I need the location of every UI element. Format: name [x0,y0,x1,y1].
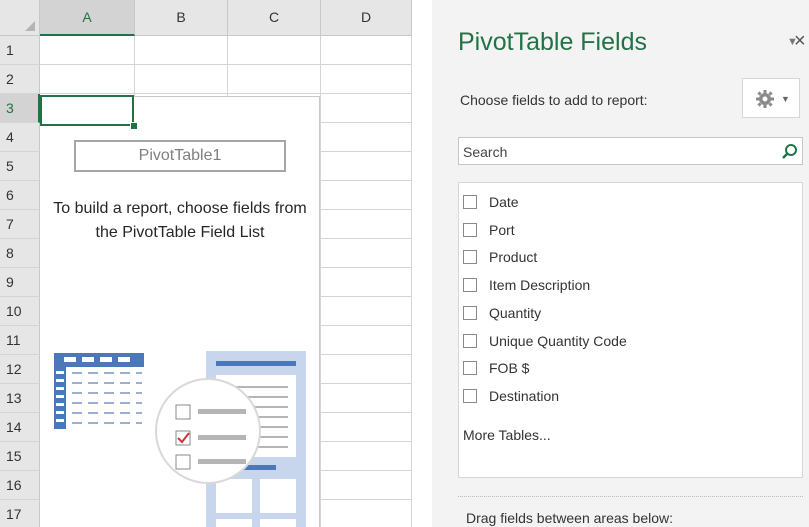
chevron-down-icon: ▼ [781,94,790,104]
search-icon[interactable] [781,143,798,160]
row-header-14[interactable]: 14 [0,413,40,442]
field-list: Date Port Product Item Description Quant… [458,182,803,478]
more-tables-link[interactable]: More Tables... [463,427,551,443]
row-header-17[interactable]: 17 [0,500,40,527]
field-item-product[interactable]: Product [463,246,537,268]
row-header-10[interactable]: 10 [0,297,40,326]
field-item-quantity[interactable]: Quantity [463,302,541,324]
field-checkbox[interactable] [463,361,477,375]
pivot-illustration-icon [54,351,306,527]
row-header-2[interactable]: 2 [0,65,40,94]
gear-icon [756,90,774,108]
pane-subtitle: Choose fields to add to report: [460,92,648,108]
row-header-1[interactable]: 1 [0,36,40,65]
field-checkbox[interactable] [463,195,477,209]
field-checkbox[interactable] [463,389,477,403]
field-item-unique-quantity-code[interactable]: Unique Quantity Code [463,330,627,352]
field-label: Product [489,249,538,265]
field-checkbox[interactable] [463,278,477,292]
row-header-16[interactable]: 16 [0,471,40,500]
field-checkbox[interactable] [463,306,477,320]
field-label: Port [489,222,515,238]
active-cell-a3[interactable] [40,95,134,126]
field-label: Unique Quantity Code [489,333,627,349]
field-checkbox[interactable] [463,334,477,348]
row-header-12[interactable]: 12 [0,355,40,384]
row-header-8[interactable]: 8 [0,239,40,268]
row-header-4[interactable]: 4 [0,123,40,152]
column-header-d[interactable]: D [321,0,412,36]
row-header-9[interactable]: 9 [0,268,40,297]
row-header-3[interactable]: 3 [0,94,40,123]
field-label: FOB $ [489,360,530,376]
pivot-table-name: PivotTable1 [74,140,286,172]
spreadsheet[interactable]: A B C D 1 2 3 4 5 6 7 8 9 10 11 12 13 14… [0,0,412,527]
tools-button[interactable]: ▼ [742,78,800,118]
pane-title: PivotTable Fields [458,28,647,56]
field-item-item-description[interactable]: Item Description [463,274,590,296]
select-all-corner[interactable] [0,0,40,36]
close-icon[interactable]: × [794,30,806,53]
row-header-13[interactable]: 13 [0,384,40,413]
field-label: Date [489,194,519,210]
pivottable-fields-pane: PivotTable Fields ▼ × Choose fields to a… [432,0,809,527]
drag-fields-hint: Drag fields between areas below: [466,510,674,526]
row-header-11[interactable]: 11 [0,326,40,355]
column-header-a[interactable]: A [40,0,135,36]
field-item-date[interactable]: Date [463,191,519,213]
column-header-b[interactable]: B [135,0,228,36]
field-label: Quantity [489,305,542,321]
pivot-table-placeholder[interactable]: PivotTable1 To build a report, choose fi… [40,96,320,527]
field-label: Item Description [489,277,591,293]
row-header-6[interactable]: 6 [0,181,40,210]
pivot-table-instructions: To build a report, choose fields from th… [53,200,307,241]
field-label: Destination [489,388,560,404]
row-header-7[interactable]: 7 [0,210,40,239]
row-header-15[interactable]: 15 [0,442,40,471]
field-item-destination[interactable]: Destination [463,385,559,407]
field-checkbox[interactable] [463,250,477,264]
field-item-port[interactable]: Port [463,219,515,241]
field-item-fob[interactable]: FOB $ [463,357,529,379]
pane-divider [458,496,803,497]
search-input[interactable] [459,138,765,166]
column-header-c[interactable]: C [228,0,321,36]
field-checkbox[interactable] [463,223,477,237]
fill-handle[interactable] [130,122,138,130]
search-field[interactable] [458,137,803,166]
row-header-5[interactable]: 5 [0,152,40,181]
